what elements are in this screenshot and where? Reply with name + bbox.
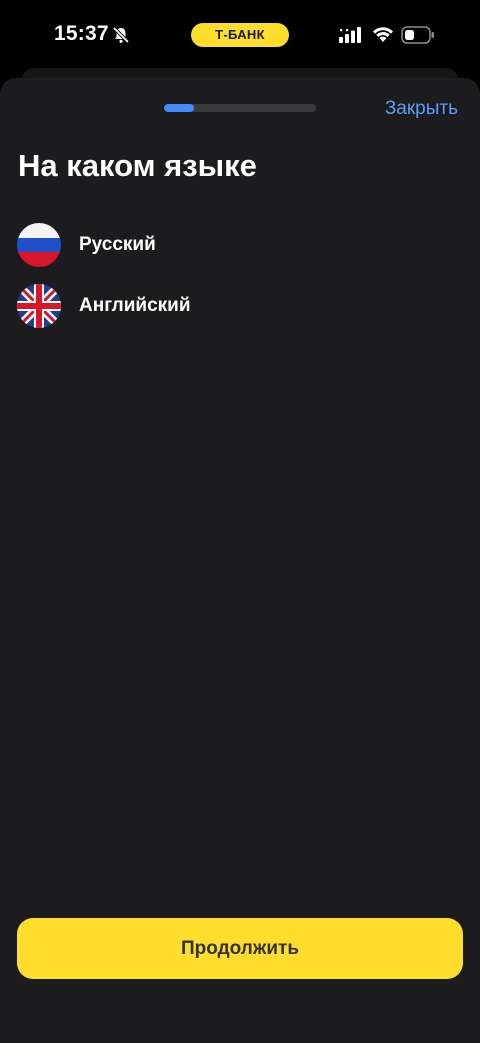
uk-flag-icon bbox=[17, 283, 61, 328]
language-item-english[interactable]: Английский bbox=[0, 275, 480, 336]
status-bar: 15:37 Т‑БАНК bbox=[0, 0, 480, 70]
bank-badge[interactable]: Т‑БАНК bbox=[191, 23, 289, 47]
progress-fill bbox=[164, 104, 195, 112]
status-time: 15:37 bbox=[54, 22, 109, 45]
russia-flag-icon bbox=[17, 222, 61, 267]
close-button[interactable]: Закрыть bbox=[385, 98, 458, 120]
language-list: Русский Английский bbox=[0, 214, 480, 336]
wifi-icon bbox=[373, 27, 393, 42]
language-label: Английский bbox=[79, 294, 191, 316]
language-sheet: Закрыть На каком языке Русский Английски… bbox=[0, 78, 480, 1043]
page-title: На каком языке bbox=[18, 148, 257, 183]
app-screen: 15:37 Т‑БАНК Закрыть На каком языке Русс… bbox=[0, 0, 480, 1043]
signal-icon bbox=[339, 27, 361, 43]
progress-bar bbox=[164, 104, 316, 112]
language-item-russian[interactable]: Русский bbox=[0, 214, 480, 275]
continue-button[interactable]: Продолжить bbox=[17, 918, 463, 979]
language-label: Русский bbox=[79, 233, 156, 255]
bell-slash-icon bbox=[112, 26, 130, 44]
battery-icon bbox=[401, 26, 434, 44]
